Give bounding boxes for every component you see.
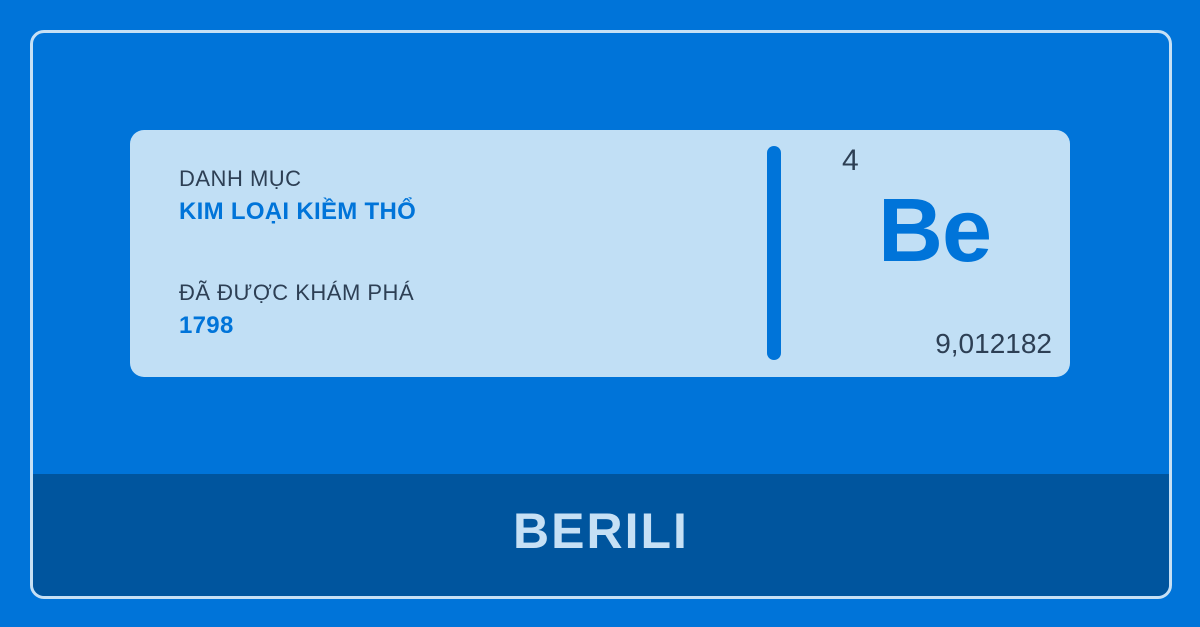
element-symbol: Be xyxy=(878,181,992,281)
atomic-number: 4 xyxy=(842,144,859,177)
discovered-label: ĐÃ ĐƯỢC KHÁM PHÁ xyxy=(179,280,415,305)
card-divider xyxy=(767,146,781,360)
element-name-bar: BERILI xyxy=(33,474,1169,596)
atomic-mass: 9,012182 xyxy=(935,328,1052,359)
category-label: DANH MỤC xyxy=(179,166,302,191)
discovered-value: 1798 xyxy=(179,312,234,339)
element-frame: DANH MỤC KIM LOẠI KIỀM THỔ ĐÃ ĐƯỢC KHÁM … xyxy=(30,30,1172,599)
category-value: KIM LOẠI KIỀM THỔ xyxy=(179,198,417,225)
element-name: BERILI xyxy=(513,503,689,559)
element-card: DANH MỤC KIM LOẠI KIỀM THỔ ĐÃ ĐƯỢC KHÁM … xyxy=(130,130,1070,377)
